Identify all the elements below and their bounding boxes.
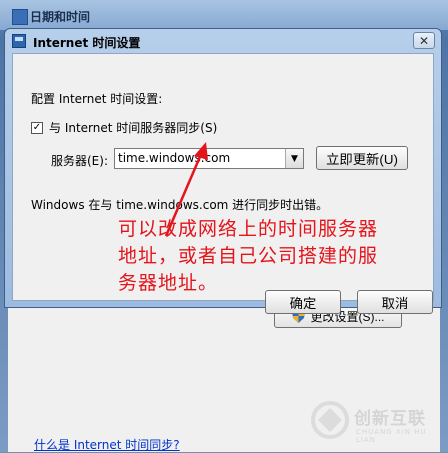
watermark-brand: 创新互联	[354, 409, 426, 429]
sync-checkbox[interactable]: ✓	[31, 121, 43, 134]
dropdown-arrow-icon[interactable]: ▼	[285, 149, 303, 168]
window-icon	[12, 34, 26, 48]
parent-window-title: 日期和时间	[30, 10, 91, 24]
close-icon: ✕	[418, 33, 430, 48]
window-icon	[12, 9, 28, 25]
section-label: 配置 Internet 时间设置:	[31, 92, 163, 106]
update-now-button[interactable]: 立即更新(U)	[316, 146, 408, 170]
watermark: 创新互联 CHUANG XIN HU LIAN	[310, 400, 440, 444]
annotation-text: 可以改成网络上的时间服务器 地址，或者自己公司搭建的服 务器地址。	[118, 216, 438, 297]
server-value[interactable]: time.windows.com	[118, 151, 230, 165]
server-label: 服务器(E):	[51, 154, 108, 168]
sync-checkbox-label: 与 Internet 时间服务器同步(S)	[49, 121, 218, 135]
checkmark-icon: ✓	[32, 121, 42, 133]
dialog-titlebar[interactable]: Internet 时间设置 ✕	[5, 29, 441, 53]
annotation-line: 务器地址。	[118, 272, 219, 294]
annotation-line: 地址，或者自己公司搭建的服	[118, 245, 379, 267]
watermark-sub: CHUANG XIN HU LIAN	[356, 428, 427, 444]
parent-titlebar: 日期和时间	[0, 0, 448, 30]
server-combobox[interactable]: time.windows.com ▼	[114, 148, 304, 169]
brand-logo-icon	[311, 401, 349, 439]
internet-time-help-link[interactable]: 什么是 Internet 时间同步?	[34, 436, 180, 453]
close-button[interactable]: ✕	[413, 32, 435, 49]
sync-checkbox-row[interactable]: ✓ 与 Internet 时间服务器同步(S)	[31, 119, 217, 136]
annotation-line: 可以改成网络上的时间服务器	[118, 218, 379, 240]
sync-status-text: Windows 在与 time.windows.com 进行同步时出错。	[31, 198, 329, 212]
dialog-title: Internet 时间设置	[33, 36, 141, 50]
